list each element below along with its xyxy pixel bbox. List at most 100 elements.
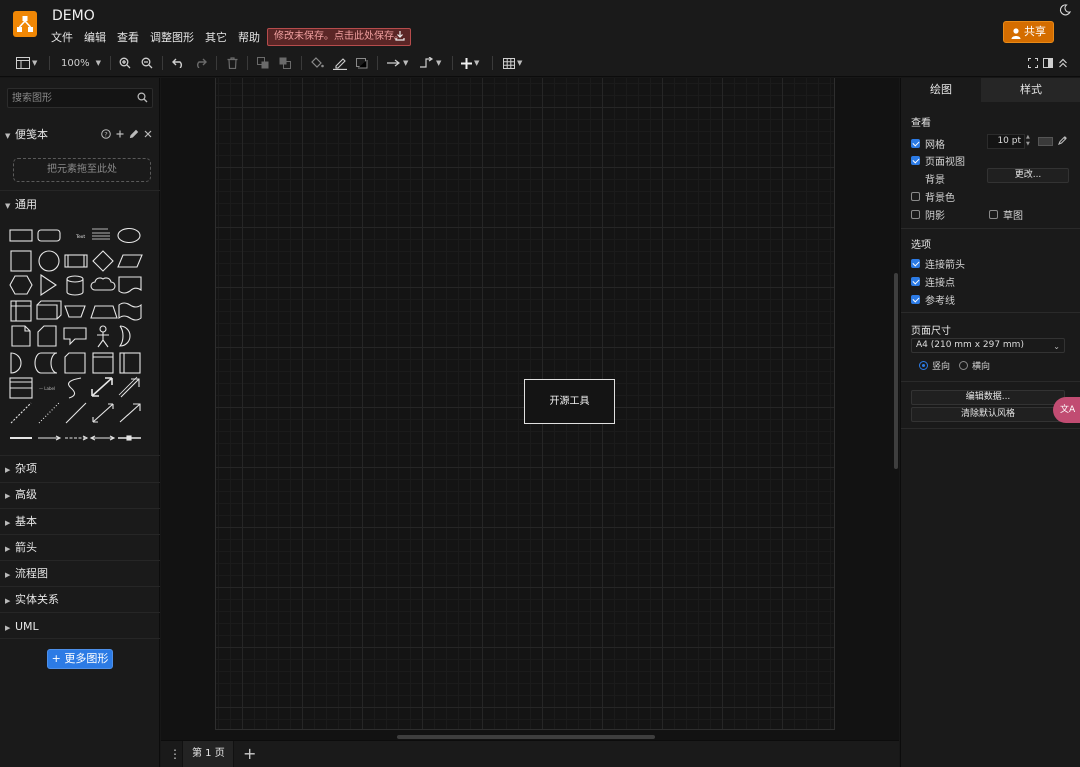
shape-bidirectional-arrow[interactable] (91, 377, 113, 397)
grid-checkbox-row[interactable]: 网格 (911, 136, 945, 151)
sketch-checkbox[interactable] (989, 210, 998, 219)
shape-process[interactable] (64, 254, 88, 268)
edit-pencil-icon[interactable] (129, 129, 139, 142)
shape-diamond[interactable] (92, 250, 114, 272)
search-icon[interactable] (137, 92, 148, 106)
shape-callout[interactable] (63, 327, 87, 346)
background-color-checkbox[interactable] (911, 192, 920, 201)
line-color-button[interactable] (333, 55, 347, 71)
shape-cloud[interactable] (90, 277, 116, 291)
shape-rounded-rectangle[interactable] (37, 229, 61, 242)
shape-hexagon[interactable] (9, 275, 33, 295)
shape-actor[interactable] (97, 325, 109, 348)
shape-dotted-line[interactable] (38, 402, 60, 424)
shape-ellipse[interactable] (117, 227, 141, 244)
sketch-checkbox-row[interactable]: 草图 (989, 207, 1023, 222)
insert-dropdown[interactable]: ▼ (461, 55, 479, 71)
portrait-radio-row[interactable]: 竖向 (919, 359, 950, 372)
shape-double-arrow-line[interactable] (92, 403, 114, 423)
fullscreen-button[interactable] (1028, 55, 1038, 71)
menu-view[interactable]: 查看 (117, 31, 139, 45)
page-tab-1[interactable]: 第 1 页 ▲ (182, 741, 234, 767)
undo-button[interactable] (172, 55, 185, 71)
fill-color-button[interactable] (311, 55, 324, 71)
shape-data-storage[interactable] (34, 352, 58, 374)
grid-size-input[interactable]: 10 pt (987, 134, 1025, 149)
redo-button[interactable] (194, 55, 207, 71)
background-color-checkbox-row[interactable]: 背景色 (911, 189, 955, 204)
to-back-button[interactable] (279, 55, 292, 71)
shape-arrow-large[interactable] (118, 376, 140, 398)
connection-style-dropdown[interactable]: ▼ (387, 55, 408, 71)
landscape-radio[interactable] (959, 361, 968, 370)
add-page-plus-icon[interactable]: + (243, 744, 256, 763)
waypoints-dropdown[interactable]: ▼ (420, 55, 441, 71)
shape-container[interactable] (92, 352, 114, 374)
to-front-button[interactable] (257, 55, 270, 71)
grid-size-stepper[interactable]: ▲ ▼ (1026, 134, 1030, 148)
shape-bidirectional-connector[interactable] (89, 435, 116, 441)
advanced-section-header[interactable]: ▶ 高级 (0, 483, 160, 507)
diagram-shape-rectangle[interactable]: 开源工具 (524, 379, 615, 424)
guides-checkbox-row[interactable]: 参考线 (911, 292, 955, 307)
connection-points-checkbox[interactable] (911, 277, 920, 286)
shape-tape[interactable] (118, 302, 142, 321)
clear-default-style-button[interactable]: 清除默认风格 (911, 407, 1065, 422)
shape-note[interactable] (11, 325, 31, 347)
shape-card[interactable] (37, 325, 57, 347)
close-icon[interactable] (143, 129, 153, 142)
table-dropdown[interactable]: ▼ (503, 55, 522, 71)
unsaved-changes-button[interactable]: 修改未保存。点击此处保存。 (267, 28, 411, 46)
zoom-out-button[interactable] (141, 55, 153, 71)
diagram-page[interactable]: 开源工具 (215, 78, 835, 730)
paper-size-select[interactable]: A4 (210 mm x 297 mm) ⌄ (911, 338, 1065, 353)
add-icon[interactable] (115, 129, 125, 142)
eyedropper-icon[interactable] (1058, 135, 1068, 148)
format-panel-toggle[interactable]: ▼ (16, 55, 37, 71)
help-icon[interactable]: ? (101, 129, 111, 142)
shape-text[interactable]: Text (75, 234, 85, 240)
horizontal-scrollbar[interactable] (397, 735, 655, 739)
shape-link-label[interactable]: — Label (39, 386, 55, 391)
document-title[interactable]: DEMO (52, 8, 95, 24)
menu-file[interactable]: 文件 (51, 31, 73, 45)
connection-points-checkbox-row[interactable]: 连接点 (911, 274, 955, 289)
shape-cube[interactable] (36, 300, 62, 320)
collapse-header-button[interactable] (1058, 55, 1068, 71)
guides-checkbox[interactable] (911, 295, 920, 304)
shape-link-connector[interactable] (118, 435, 141, 441)
shape-internal-storage[interactable] (10, 300, 32, 322)
shape-cylinder[interactable] (66, 275, 84, 296)
edit-data-button[interactable]: 编辑数据... (911, 390, 1065, 405)
shape-triangle[interactable] (40, 273, 57, 297)
shape-document[interactable] (118, 276, 142, 294)
format-panel-button[interactable] (1043, 55, 1053, 71)
diagram-canvas[interactable]: 开源工具 (161, 78, 899, 740)
shape-arrow-line[interactable] (119, 403, 141, 423)
shape-curve[interactable] (68, 377, 82, 399)
shape-rectangle[interactable] (9, 229, 33, 242)
shape-textbox[interactable] (92, 228, 110, 240)
shape-search-input[interactable] (8, 89, 128, 107)
tab-diagram[interactable]: 绘图 (901, 78, 981, 102)
shape-step[interactable] (64, 305, 86, 318)
shadow-checkbox[interactable] (911, 210, 920, 219)
scratchpad-drop-zone[interactable]: 把元素拖至此处 (13, 158, 151, 182)
shape-manual-input[interactable] (64, 352, 86, 374)
shape-circle[interactable] (38, 250, 60, 272)
shape-delay[interactable] (10, 352, 22, 374)
shape-square[interactable] (10, 250, 32, 272)
dark-mode-moon-icon[interactable] (1059, 4, 1073, 18)
shape-connector-arrow[interactable] (38, 435, 62, 441)
more-shapes-button[interactable]: + 更多图形 (47, 649, 113, 669)
change-background-button[interactable]: 更改... (987, 168, 1069, 183)
shape-dashed-line[interactable] (10, 402, 32, 424)
page-view-checkbox-row[interactable]: 页面视图 (911, 153, 965, 168)
page-view-checkbox[interactable] (911, 156, 920, 165)
grid-color-swatch[interactable] (1038, 137, 1053, 146)
misc-section-header[interactable]: ▶ 杂项 (0, 457, 160, 481)
entity-relation-section-header[interactable]: ▶ 实体关系 (0, 588, 160, 612)
delete-button[interactable] (227, 55, 238, 71)
shape-dashed-connector[interactable] (65, 435, 89, 441)
tab-style[interactable]: 样式 (981, 78, 1080, 102)
